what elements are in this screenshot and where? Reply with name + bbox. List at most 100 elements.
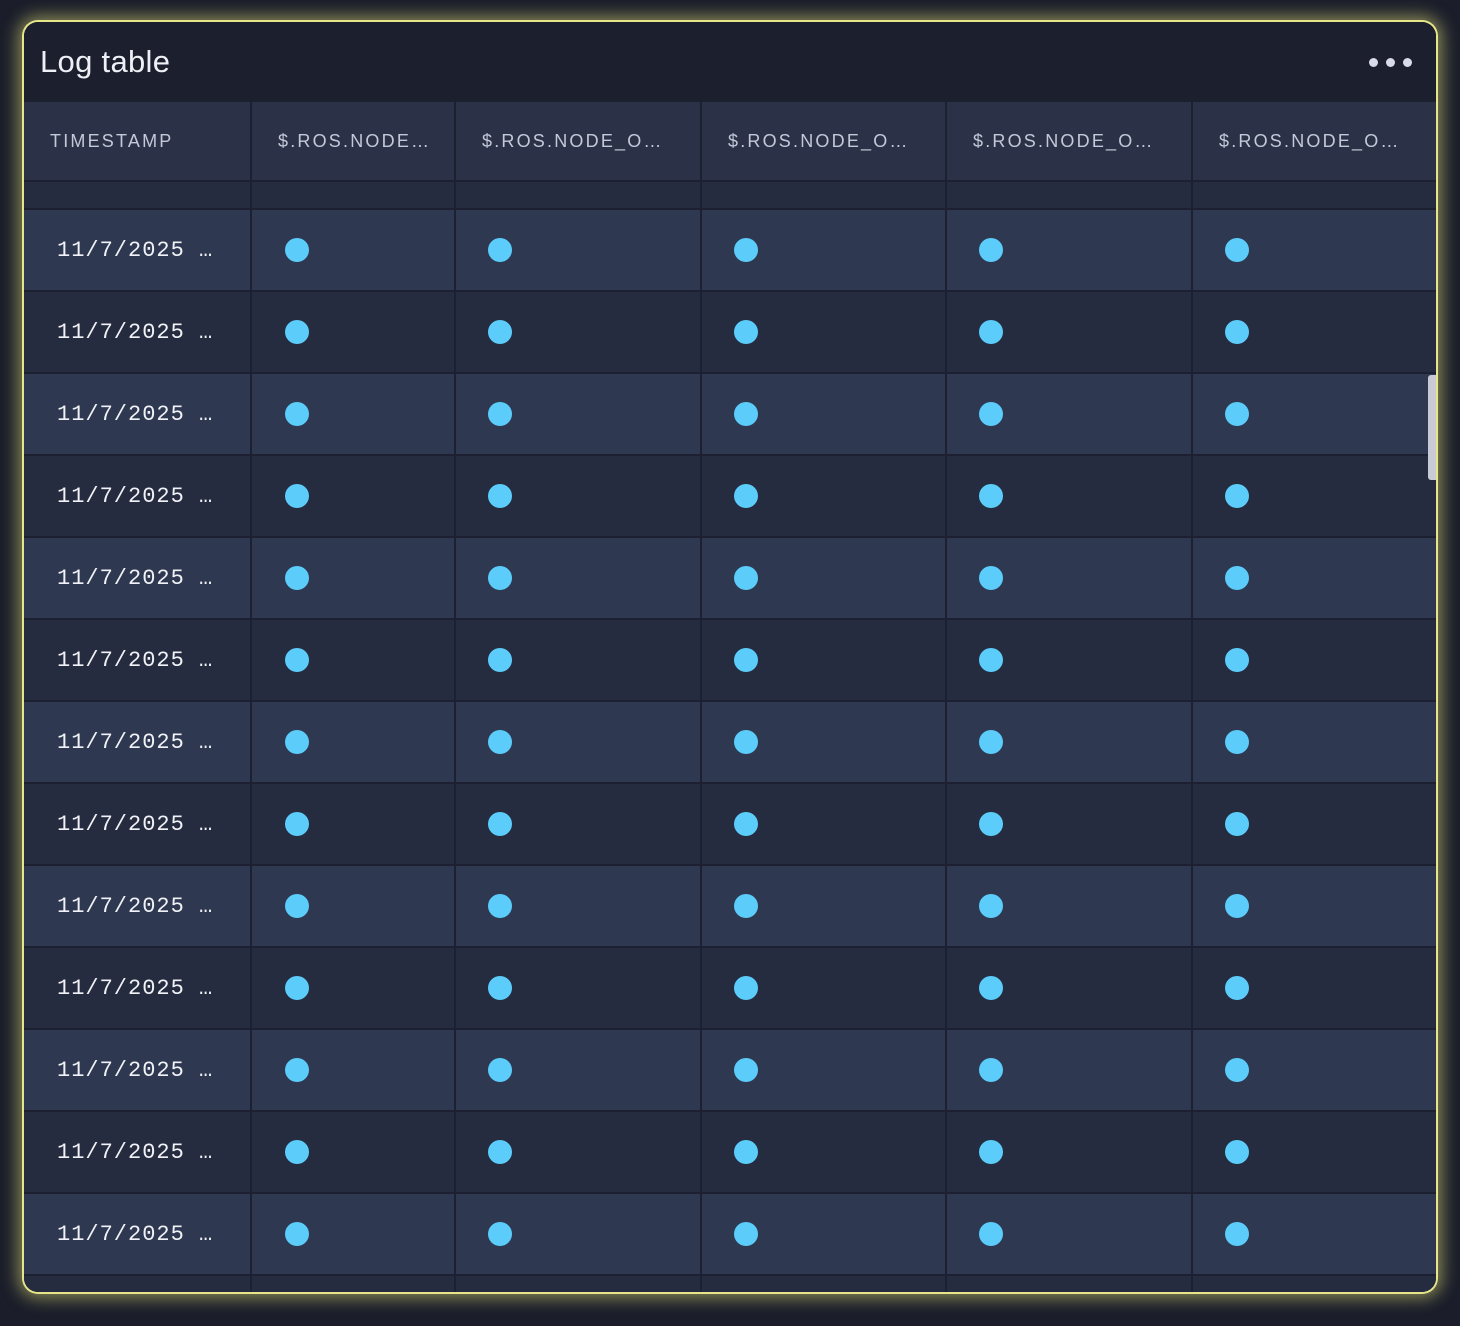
ros-node-cell (455, 291, 702, 374)
ros-node-cell (455, 1111, 702, 1194)
column-header-ros-node-3[interactable]: $.ROS.NODE_O… (701, 102, 947, 182)
ros-node-cell (455, 537, 702, 620)
ros-node-cell (1192, 865, 1436, 948)
ros-node-cell (455, 947, 702, 1030)
status-dot-icon (979, 238, 1003, 262)
log-table-panel: Log table TIMESTAMP $.ROS.NODE_O… $.ROS.… (24, 22, 1436, 1292)
column-header-timestamp[interactable]: TIMESTAMP (24, 102, 252, 182)
table-row[interactable]: 11/7/2025 … (24, 537, 1436, 620)
table-row[interactable]: 11/7/2025 … (24, 865, 1436, 948)
status-dot-icon (285, 402, 309, 426)
ros-node-cell (946, 1029, 1193, 1112)
status-dot-icon (488, 730, 512, 754)
status-dot-icon (285, 1140, 309, 1164)
status-dot-icon (488, 976, 512, 1000)
ros-node-cell (455, 455, 702, 538)
table-row[interactable]: 11/7/2025 … (24, 1193, 1436, 1276)
column-header-ros-node-1[interactable]: $.ROS.NODE_O… (251, 102, 456, 182)
table-row[interactable]: 11/7/2025 … (24, 291, 1436, 374)
ros-node-cell (1192, 619, 1436, 702)
status-dot-icon (488, 484, 512, 508)
timestamp-cell: 11/7/2025 … (24, 455, 252, 538)
ros-node-cell (251, 865, 456, 948)
ros-node-cell (946, 1193, 1193, 1276)
empty-cell (701, 1275, 947, 1292)
status-dot-icon (734, 320, 758, 344)
status-dot-icon (734, 730, 758, 754)
status-dot-icon (734, 1140, 758, 1164)
more-options-button[interactable] (1368, 48, 1414, 78)
ros-node-cell (251, 1029, 456, 1112)
status-dot-icon (285, 566, 309, 590)
status-dot-icon (488, 402, 512, 426)
status-dot-icon (488, 812, 512, 836)
table-row[interactable]: 11/7/2025 … (24, 373, 1436, 456)
more-horizontal-icon (1386, 58, 1395, 67)
column-header-ros-node-5[interactable]: $.ROS.NODE_O… (1192, 102, 1436, 182)
table-row[interactable]: 11/7/2025 … (24, 783, 1436, 866)
status-dot-icon (285, 484, 309, 508)
ros-node-cell (251, 537, 456, 620)
status-dot-icon (1225, 1058, 1249, 1082)
ros-node-cell (701, 701, 947, 784)
status-dot-icon (488, 566, 512, 590)
status-dot-icon (734, 484, 758, 508)
status-dot-icon (734, 402, 758, 426)
status-dot-icon (1225, 238, 1249, 262)
ros-node-cell (251, 1193, 456, 1276)
ros-node-cell (946, 783, 1193, 866)
scrollbar-thumb[interactable] (1428, 375, 1436, 480)
ros-node-cell (455, 373, 702, 456)
table-row[interactable]: 11/7/2025 … (24, 209, 1436, 292)
ros-node-cell (946, 619, 1193, 702)
status-dot-icon (979, 648, 1003, 672)
ros-node-cell (251, 701, 456, 784)
status-dot-icon (979, 1140, 1003, 1164)
log-table-scroll-area[interactable]: TIMESTAMP $.ROS.NODE_O… $.ROS.NODE_O… $.… (24, 102, 1436, 1292)
ros-node-cell (1192, 1111, 1436, 1194)
table-row-partial-bottom (24, 1275, 1436, 1292)
status-dot-icon (979, 1222, 1003, 1246)
ros-node-cell (1192, 1193, 1436, 1276)
status-dot-icon (488, 1140, 512, 1164)
timestamp-cell: 11/7/2025 … (24, 701, 252, 784)
status-dot-icon (979, 812, 1003, 836)
status-dot-icon (488, 1058, 512, 1082)
ros-node-cell (251, 619, 456, 702)
column-header-ros-node-4[interactable]: $.ROS.NODE_O… (946, 102, 1193, 182)
status-dot-icon (1225, 894, 1249, 918)
ros-node-cell (1192, 947, 1436, 1030)
table-row[interactable]: 11/7/2025 … (24, 455, 1436, 538)
status-dot-icon (285, 1222, 309, 1246)
timestamp-cell: 11/7/2025 … (24, 947, 252, 1030)
status-dot-icon (734, 812, 758, 836)
ros-node-cell (701, 537, 947, 620)
status-dot-icon (1225, 812, 1249, 836)
table-row[interactable]: 11/7/2025 … (24, 947, 1436, 1030)
ros-node-cell (455, 209, 702, 292)
table-row[interactable]: 11/7/2025 … (24, 701, 1436, 784)
status-dot-icon (979, 1058, 1003, 1082)
ros-node-cell (251, 291, 456, 374)
timestamp-cell: 11/7/2025 … (24, 619, 252, 702)
status-dot-icon (285, 238, 309, 262)
table-row[interactable]: 11/7/2025 … (24, 619, 1436, 702)
ros-node-cell (251, 947, 456, 1030)
ros-node-cell (701, 291, 947, 374)
status-dot-icon (1225, 484, 1249, 508)
status-dot-icon (979, 402, 1003, 426)
ros-node-cell (701, 947, 947, 1030)
status-dot-icon (734, 648, 758, 672)
ros-node-cell (1192, 701, 1436, 784)
status-dot-icon (1225, 320, 1249, 344)
ros-node-cell (1192, 783, 1436, 866)
ros-node-cell (946, 373, 1193, 456)
status-dot-icon (1225, 976, 1249, 1000)
table-row[interactable]: 11/7/2025 … (24, 1111, 1436, 1194)
ros-node-cell (701, 619, 947, 702)
column-header-ros-node-2[interactable]: $.ROS.NODE_O… (455, 102, 702, 182)
timestamp-cell: 11/7/2025 … (24, 1111, 252, 1194)
table-row[interactable]: 11/7/2025 … (24, 1029, 1436, 1112)
status-dot-icon (488, 648, 512, 672)
timestamp-cell: 11/7/2025 … (24, 1193, 252, 1276)
